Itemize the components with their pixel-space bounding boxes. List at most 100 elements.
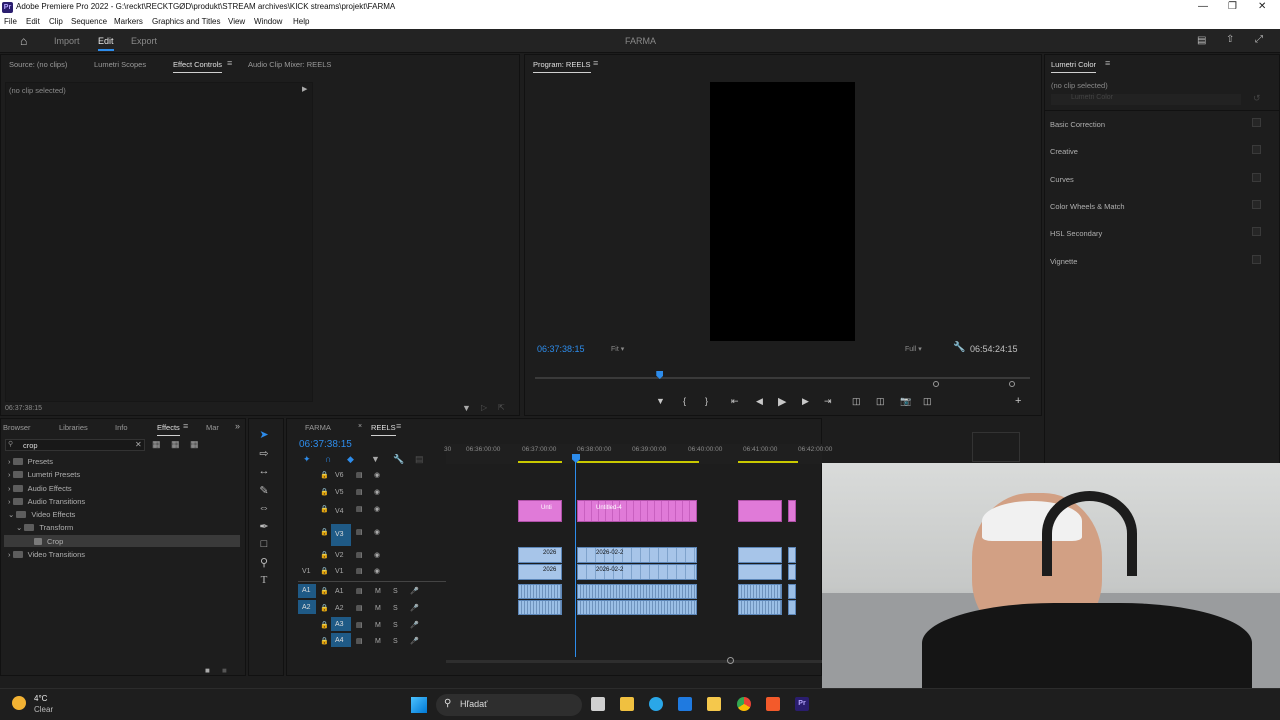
mark-in-icon[interactable]: {: [683, 396, 686, 406]
tab-audio-clip-mixer[interactable]: Audio Clip Mixer: REELS: [248, 60, 331, 69]
eye-icon[interactable]: ◉: [374, 551, 380, 559]
sync-lock-icon[interactable]: ▤: [356, 604, 363, 612]
button-editor-icon[interactable]: +: [1015, 395, 1021, 407]
brave-icon[interactable]: [766, 697, 780, 711]
reset-icon[interactable]: ↺: [1253, 93, 1261, 104]
step-forward-icon[interactable]: ▶: [802, 396, 809, 407]
section-creative[interactable]: Creative: [1050, 147, 1078, 156]
track-select-tool-icon[interactable]: ⇨: [257, 447, 271, 460]
windows-start-icon[interactable]: [411, 697, 427, 713]
lock-icon[interactable]: 🔒: [320, 567, 329, 575]
tab-farma[interactable]: FARMA: [305, 423, 331, 432]
clip-v4[interactable]: Untitled-4: [577, 500, 697, 522]
chrome-icon[interactable]: [737, 697, 751, 711]
captions-icon[interactable]: ▤: [1197, 35, 1206, 46]
workspace-export[interactable]: Export: [131, 36, 157, 46]
lock-icon[interactable]: 🔒: [320, 528, 329, 536]
sync-lock-icon[interactable]: ▤: [356, 637, 363, 645]
scroll-handle[interactable]: [727, 657, 734, 664]
tab-reels[interactable]: REELS: [371, 423, 396, 436]
creative-checkbox[interactable]: [1252, 145, 1261, 154]
mark-out-icon[interactable]: }: [705, 396, 708, 406]
menu-view[interactable]: View: [228, 17, 245, 26]
panel-menu-icon[interactable]: ≡: [593, 58, 598, 68]
close-icon[interactable]: ✕: [1258, 1, 1266, 12]
step-back-icon[interactable]: ◀: [756, 396, 763, 407]
lumetri-effect-dropdown[interactable]: Lumetri Color: [1051, 94, 1241, 105]
accelerated-effects-icon[interactable]: ▦: [152, 439, 161, 450]
fit-dropdown[interactable]: Fit ▾: [611, 345, 624, 353]
fullscreen-icon[interactable]: ⤢: [1255, 34, 1263, 45]
sync-lock-icon[interactable]: ▤: [356, 505, 363, 513]
tree-item-video-effects[interactable]: ⌄ Video Effects: [8, 510, 75, 519]
solo-icon[interactable]: S: [393, 622, 398, 629]
timeline-scrollbar[interactable]: [446, 660, 822, 663]
mute-icon[interactable]: M: [375, 588, 381, 595]
tab-libraries[interactable]: Libraries: [59, 423, 88, 432]
nest-toggle-icon[interactable]: ✦: [303, 454, 311, 465]
section-hsl-secondary[interactable]: HSL Secondary: [1050, 229, 1102, 238]
extract-icon[interactable]: ◫: [876, 396, 885, 407]
mute-icon[interactable]: M: [375, 605, 381, 612]
share-icon[interactable]: ⇧: [1226, 34, 1234, 45]
file-explorer-icon[interactable]: [707, 697, 721, 711]
audio-clip-a2[interactable]: [738, 600, 782, 615]
32bit-effects-icon[interactable]: ▦: [171, 439, 180, 450]
pen-tool-icon[interactable]: ✒: [257, 520, 271, 533]
menu-help[interactable]: Help: [293, 17, 309, 26]
menu-markers[interactable]: Markers: [114, 17, 143, 26]
tree-item-lumetri-presets[interactable]: › Lumetri Presets: [8, 470, 80, 479]
quality-dropdown[interactable]: Full ▾: [905, 345, 922, 353]
maximize-icon[interactable]: ❐: [1228, 1, 1237, 12]
add-marker-icon[interactable]: ▼: [371, 454, 380, 464]
zoom-handle-left[interactable]: [933, 381, 939, 387]
microphone-icon[interactable]: 🎤: [410, 587, 419, 595]
microphone-icon[interactable]: 🎤: [410, 637, 419, 645]
ripple-edit-tool-icon[interactable]: ↔: [257, 465, 271, 477]
sync-lock-icon[interactable]: ▤: [356, 528, 363, 536]
sync-lock-icon[interactable]: ▤: [356, 471, 363, 479]
linked-selection-icon[interactable]: ◆: [347, 454, 354, 465]
timeline-settings-icon[interactable]: 🔧: [393, 454, 404, 465]
clip-v2[interactable]: 2026: [518, 547, 562, 563]
tab-info[interactable]: Info: [115, 423, 128, 432]
tab-markers[interactable]: Mar: [206, 423, 219, 432]
clear-search-icon[interactable]: ✕: [135, 440, 142, 449]
add-marker-icon[interactable]: ▼: [656, 396, 665, 406]
tab-effects[interactable]: Effects: [157, 423, 180, 436]
sync-lock-icon[interactable]: ▤: [356, 621, 363, 629]
vignette-checkbox[interactable]: [1252, 255, 1261, 264]
clip-v1[interactable]: [788, 564, 796, 580]
source-patch-v1[interactable]: V1: [302, 568, 311, 575]
panel-menu-icon[interactable]: ≡: [396, 421, 401, 431]
tab-source[interactable]: Source: (no clips): [9, 60, 67, 69]
color-wheels-checkbox[interactable]: [1252, 200, 1261, 209]
task-view-icon[interactable]: [591, 697, 605, 711]
sync-lock-icon[interactable]: ▤: [356, 587, 363, 595]
microphone-icon[interactable]: 🎤: [410, 621, 419, 629]
export-frame-icon[interactable]: 📷: [900, 396, 911, 407]
clip-v2[interactable]: 2026-02-2: [577, 547, 697, 563]
eye-icon[interactable]: ◉: [374, 471, 380, 479]
delete-icon[interactable]: ■: [222, 666, 227, 675]
panel-menu-icon[interactable]: ≡: [1105, 58, 1110, 68]
eye-icon[interactable]: ◉: [374, 567, 380, 575]
lift-icon[interactable]: ◫: [852, 396, 861, 407]
solo-icon[interactable]: S: [393, 605, 398, 612]
program-timecode[interactable]: 06:37:38:15: [537, 344, 585, 354]
zoom-handle-right[interactable]: [1009, 381, 1015, 387]
razor-tool-icon[interactable]: ✎: [257, 484, 271, 497]
clip-v4[interactable]: [788, 500, 796, 522]
tab-browser[interactable]: Browser: [3, 423, 31, 432]
go-to-in-icon[interactable]: ⇤: [731, 396, 739, 407]
tree-item-audio-effects[interactable]: › Audio Effects: [8, 484, 72, 493]
sync-lock-icon[interactable]: ▤: [356, 567, 363, 575]
tree-item-presets[interactable]: › Presets: [8, 457, 53, 466]
tree-item-transform[interactable]: ⌄ Transform: [16, 523, 73, 532]
lock-icon[interactable]: 🔒: [320, 488, 329, 496]
taskbar-search[interactable]: [436, 694, 582, 716]
premiere-taskbar-icon[interactable]: Pr: [795, 697, 809, 711]
export-icon[interactable]: ⇱: [498, 403, 505, 412]
sync-lock-icon[interactable]: ▤: [356, 488, 363, 496]
menu-edit[interactable]: Edit: [26, 17, 40, 26]
